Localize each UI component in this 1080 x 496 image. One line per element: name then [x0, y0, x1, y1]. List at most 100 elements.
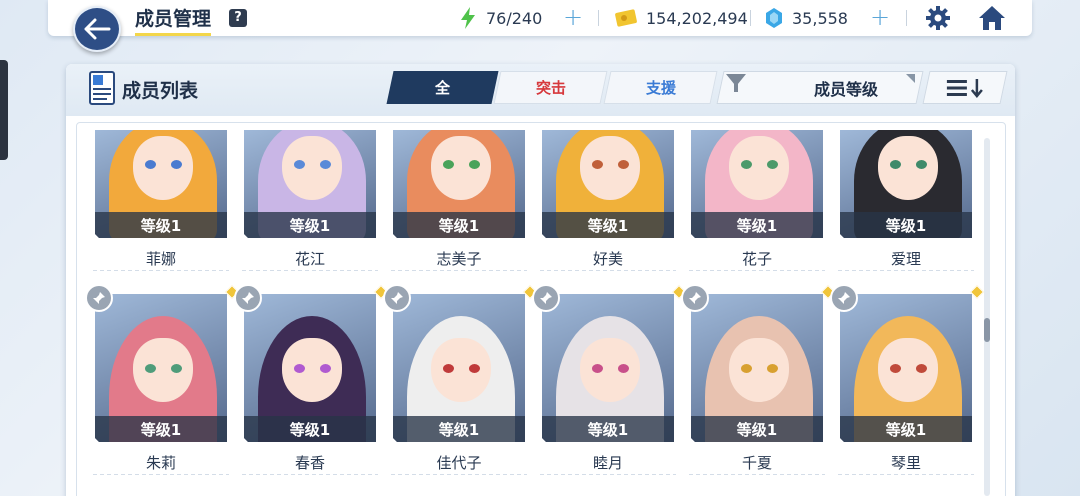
member-level: 等级1	[393, 416, 525, 442]
member-name: 睦月	[592, 454, 623, 472]
tab-striker[interactable]: 突击	[493, 71, 609, 104]
scrollbar-track[interactable]	[984, 138, 990, 496]
member-level: 等级1	[691, 212, 823, 238]
portrait-eye	[741, 160, 752, 169]
portrait-face	[878, 338, 938, 402]
portrait-eye	[592, 364, 603, 373]
portrait-face	[729, 136, 789, 200]
member-card[interactable]: 等级1 花江	[242, 128, 382, 272]
member-level: 等级1	[542, 416, 674, 442]
pin-icon[interactable]	[85, 284, 113, 312]
tab-special-label: 支援	[645, 79, 676, 97]
name-divider	[689, 474, 825, 475]
member-list-icon	[87, 69, 117, 111]
portrait-eye	[469, 160, 480, 169]
sort-descending-icon	[947, 78, 983, 98]
portrait-eye	[171, 364, 182, 373]
member-level: 等级1	[542, 212, 674, 238]
portrait-face	[431, 136, 491, 200]
member-card[interactable]: 等级1 好美	[540, 128, 680, 272]
help-button[interactable]: ?	[229, 9, 247, 27]
member-card[interactable]: 等级1 睦月	[532, 284, 687, 476]
scrollbar-thumb[interactable]	[984, 318, 990, 342]
member-name: 志美子	[436, 250, 482, 268]
pin-icon[interactable]	[234, 284, 262, 312]
page-title: 成员管理	[135, 4, 212, 36]
pin-icon[interactable]	[383, 284, 411, 312]
portrait-face	[431, 338, 491, 402]
name-divider	[242, 270, 378, 271]
member-level: 等级1	[244, 212, 376, 238]
gems-value: 35,558	[792, 8, 848, 28]
divider	[598, 10, 599, 26]
member-level: 等级1	[244, 416, 376, 442]
portrait-eye	[890, 364, 901, 373]
member-level: 等级1	[95, 212, 227, 238]
gear-icon	[926, 6, 950, 30]
credit-card-icon	[615, 9, 637, 27]
portrait-eye	[618, 160, 629, 169]
tab-all[interactable]: 全	[386, 71, 499, 104]
gem-icon	[766, 8, 782, 28]
back-button[interactable]	[73, 6, 121, 52]
member-portrait: 等级1	[391, 128, 527, 240]
sort-order-button[interactable]	[922, 71, 1008, 104]
portrait-eye	[618, 364, 629, 373]
gems-display: 35,558	[764, 7, 848, 29]
left-edge-strip	[0, 60, 8, 160]
name-divider	[540, 270, 676, 271]
pin-icon[interactable]	[681, 284, 709, 312]
portrait-face	[580, 338, 640, 402]
member-name: 琴里	[890, 454, 921, 472]
member-portrait: 等级1	[242, 292, 378, 444]
member-name: 爱理	[890, 250, 921, 268]
portrait-eye	[320, 364, 331, 373]
settings-button[interactable]	[924, 4, 952, 36]
tab-special[interactable]: 支援	[603, 71, 718, 104]
member-level: 等级1	[691, 416, 823, 442]
pin-icon[interactable]	[532, 284, 560, 312]
member-card[interactable]: 等级1 朱莉	[85, 284, 240, 476]
member-name: 朱莉	[145, 454, 176, 472]
member-name: 菲娜	[145, 250, 176, 268]
pin-icon[interactable]	[830, 284, 858, 312]
member-card[interactable]: 等级1 佳代子	[383, 284, 538, 476]
member-portrait: 等级1	[838, 292, 974, 444]
portrait-face	[282, 338, 342, 402]
member-card[interactable]: 等级1 花子	[689, 128, 829, 272]
member-card[interactable]: 等级1 琴里	[830, 284, 985, 476]
credits-value: 154,202,494	[646, 8, 748, 28]
member-card[interactable]: 等级1 春香	[234, 284, 389, 476]
add-stamina-button[interactable]: +	[563, 5, 583, 29]
member-name: 花江	[294, 250, 325, 268]
home-button[interactable]	[977, 4, 1007, 36]
member-portrait: 等级1	[689, 292, 825, 444]
member-portrait: 等级1	[540, 292, 676, 444]
member-card[interactable]: 等级1 志美子	[391, 128, 531, 272]
member-name: 佳代子	[436, 454, 482, 472]
portrait-face	[580, 136, 640, 200]
portrait-eye	[294, 364, 305, 373]
member-level: 等级1	[840, 416, 972, 442]
add-gems-button[interactable]: +	[870, 5, 890, 29]
portrait-eye	[767, 160, 778, 169]
portrait-eye	[294, 160, 305, 169]
portrait-eye	[890, 160, 901, 169]
member-card[interactable]: 等级1 千夏	[681, 284, 836, 476]
sort-label: 成员等级	[813, 80, 878, 99]
member-portrait: 等级1	[242, 128, 378, 240]
member-name: 花子	[741, 250, 772, 268]
name-divider	[391, 474, 527, 475]
portrait-face	[878, 136, 938, 200]
portrait-eye	[320, 160, 331, 169]
member-card[interactable]: 等级1 爱理	[838, 128, 978, 272]
member-name: 春香	[294, 454, 325, 472]
portrait-eye	[767, 364, 778, 373]
portrait-eye	[916, 160, 927, 169]
credits-display: 154,202,494	[614, 7, 748, 29]
name-divider	[689, 270, 825, 271]
member-level: 等级1	[840, 212, 972, 238]
portrait-eye	[741, 364, 752, 373]
member-portrait: 等级1	[93, 128, 229, 240]
member-card[interactable]: 等级1 菲娜	[93, 128, 233, 272]
